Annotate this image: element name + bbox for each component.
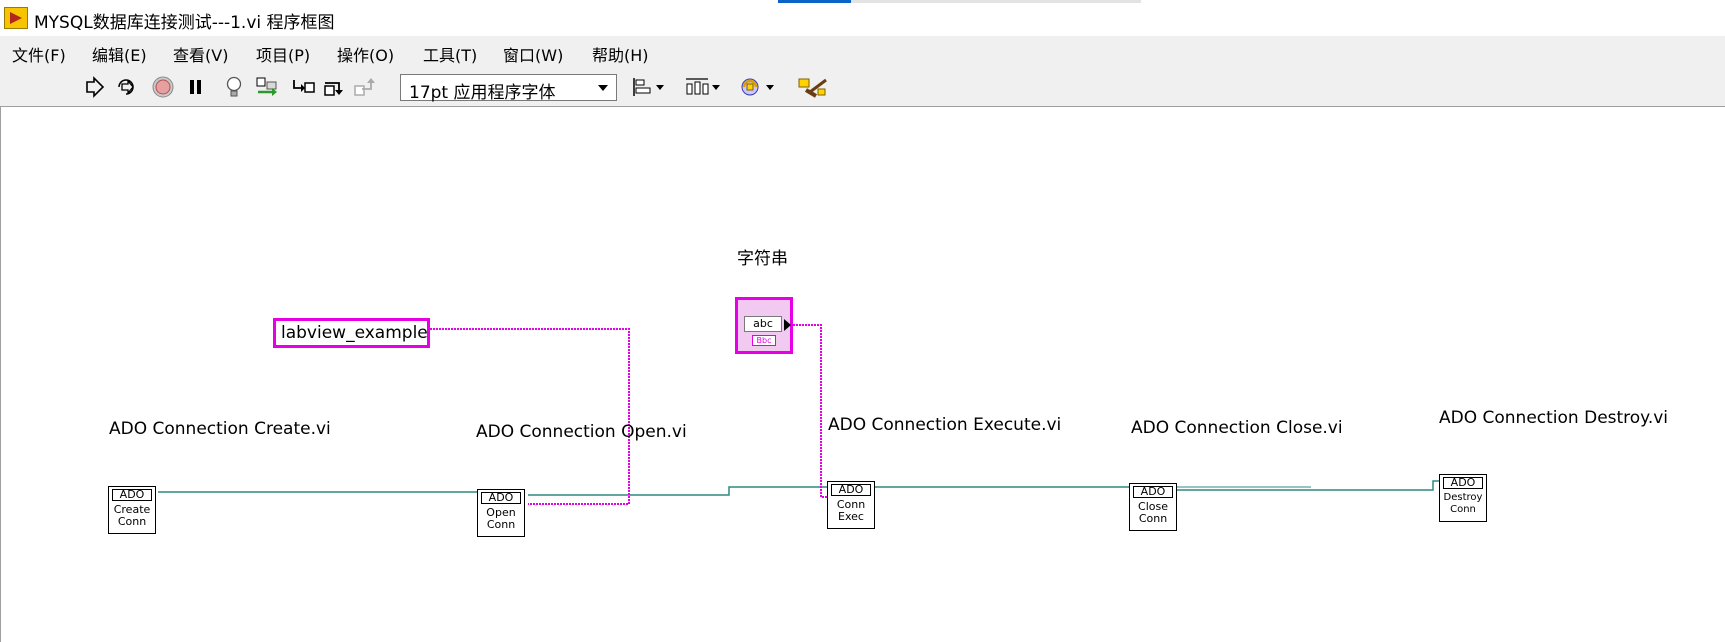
run-arrow-icon[interactable] [82, 74, 108, 100]
vi-open-label: ADO Connection Open.vi [476, 422, 687, 442]
labview-app-icon [4, 7, 28, 29]
string-type-indicator: Bbc [752, 335, 776, 346]
wires-layer [158, 324, 1439, 505]
menu-operate[interactable]: 操作(O) [337, 42, 394, 66]
vi-create-label: ADO Connection Create.vi [109, 419, 331, 439]
taskbar-accent [778, 0, 851, 3]
vi-connection-execute[interactable]: ADO Conn Exec [827, 481, 875, 529]
menu-file[interactable]: 文件(F) [12, 42, 66, 66]
vi-icon-line: Destroy [1443, 492, 1483, 503]
vi-icon-line: Conn [486, 518, 516, 531]
vi-icon-text: Conn Exec [828, 499, 874, 523]
menu-help[interactable]: 帮助(H) [592, 42, 649, 66]
vi-icon-text: Destroy Conn [1440, 492, 1486, 516]
menu-bar: 文件(F) 编辑(E) 查看(V) 项目(P) 操作(O) 工具(T) 窗口(W… [0, 36, 1725, 69]
vi-icon-line: Exec [838, 510, 864, 523]
vi-execute-label: ADO Connection Execute.vi [828, 415, 1062, 435]
vi-connection-destroy[interactable]: ADO Destroy Conn [1439, 474, 1487, 522]
menu-tools[interactable]: 工具(T) [423, 42, 477, 66]
vi-icon-line: Conn [1138, 512, 1168, 525]
vi-header: ADO [1443, 477, 1483, 489]
step-over-icon[interactable] [321, 74, 347, 100]
string-control-terminal[interactable]: abc Bbc [735, 297, 793, 354]
menu-edit[interactable]: 编辑(E) [92, 42, 147, 66]
abort-icon[interactable] [150, 74, 176, 100]
vi-icon-text: Create Conn [109, 504, 155, 528]
vi-header: ADO [1133, 486, 1173, 498]
vi-connection-create[interactable]: ADO Create Conn [108, 486, 156, 534]
reorder-icon[interactable] [740, 74, 778, 100]
vi-header: ADO [112, 489, 152, 501]
menu-project[interactable]: 项目(P) [256, 42, 310, 66]
font-select-value: 17pt 应用程序字体 [409, 83, 556, 103]
align-objects-icon[interactable] [630, 74, 666, 100]
string-constant-value: labview_example [281, 323, 428, 343]
string-wire[interactable] [793, 324, 827, 498]
step-out-icon[interactable] [352, 74, 378, 100]
vi-icon-line: Conn [1450, 504, 1476, 515]
run-continuously-icon[interactable] [113, 74, 139, 100]
vi-header: ADO [481, 492, 521, 504]
vi-icon-text: Close Conn [1130, 501, 1176, 525]
vi-connection-open[interactable]: ADO Open Conn [477, 489, 525, 537]
vi-icon-line: Conn [117, 515, 147, 528]
string-control-label: 字符串 [737, 249, 788, 269]
clean-up-diagram-icon[interactable] [796, 74, 832, 100]
highlight-execution-icon[interactable] [221, 74, 247, 100]
refnum-wire[interactable] [528, 486, 827, 496]
font-select[interactable]: 17pt 应用程序字体 [400, 74, 617, 103]
vi-connection-close[interactable]: ADO Close Conn [1129, 483, 1177, 531]
vi-icon-text: Open Conn [478, 507, 524, 531]
window-title: MYSQL数据库连接测试---1.vi 程序框图 [34, 13, 335, 33]
menu-view[interactable]: 查看(V) [173, 42, 228, 66]
block-diagram[interactable]: labview_example 字符串 abc Bbc ADO Connecti… [0, 107, 1725, 642]
pause-icon[interactable] [183, 74, 209, 100]
chevron-down-icon[interactable] [598, 85, 608, 91]
output-arrow-icon [784, 319, 791, 331]
step-into-icon[interactable] [290, 74, 316, 100]
string-control-value: abc [744, 316, 782, 332]
toolbar: 17pt 应用程序字体 [0, 68, 1725, 107]
retain-wire-values-icon[interactable] [254, 74, 280, 100]
taskbar-strip [851, 0, 1141, 3]
string-wire[interactable] [430, 328, 630, 505]
vi-destroy-label: ADO Connection Destroy.vi [1439, 408, 1669, 428]
refnum-wire[interactable] [1177, 480, 1439, 491]
string-constant[interactable]: labview_example [273, 318, 430, 348]
vi-close-label: ADO Connection Close.vi [1131, 418, 1343, 438]
title-bar: MYSQL数据库连接测试---1.vi 程序框图 [0, 0, 1725, 36]
distribute-objects-icon[interactable] [683, 74, 721, 100]
vi-header: ADO [831, 484, 871, 496]
menu-window[interactable]: 窗口(W) [503, 42, 563, 66]
